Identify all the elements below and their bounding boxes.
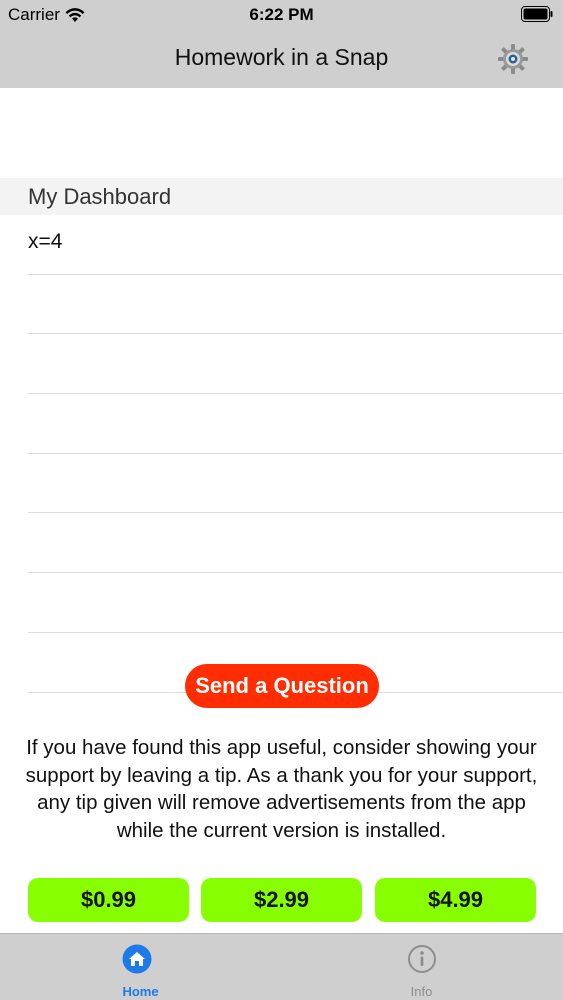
tip-message: If you have found this app useful, consi… — [25, 736, 538, 842]
tab-home[interactable]: Home — [0, 934, 281, 1000]
table-row[interactable] — [28, 394, 563, 454]
table-row[interactable] — [28, 334, 563, 395]
tip-options: $0.99 $2.99 $4.99 — [28, 878, 536, 922]
dashboard-section-header: My Dashboard — [0, 178, 563, 215]
info-icon — [408, 945, 436, 973]
tab-label-info: Info — [410, 984, 433, 999]
tip-button-0-99[interactable]: $0.99 — [28, 878, 189, 922]
page-title: Homework in a Snap — [174, 44, 389, 70]
table-row[interactable] — [28, 275, 563, 335]
navigation-bar: Homework in a Snap — [0, 30, 563, 88]
dashboard-table: x=4 — [0, 215, 563, 693]
section-title: My Dashboard — [28, 184, 172, 209]
top-spacer — [0, 88, 563, 178]
table-row[interactable]: x=4 — [28, 215, 563, 275]
status-bar: Carrier 6:22 PM — [0, 0, 563, 30]
tab-info[interactable]: Info — [281, 934, 562, 1000]
table-row[interactable] — [28, 513, 563, 574]
home-icon — [122, 944, 152, 974]
gear-icon[interactable] — [496, 42, 530, 76]
tab-bar: Home Info — [0, 933, 563, 1000]
send-question-button[interactable]: Send a Question — [185, 664, 379, 708]
status-time: 6:22 PM — [249, 5, 314, 24]
tab-label-home: Home — [122, 984, 159, 999]
tip-button-2-99[interactable]: $2.99 — [201, 878, 362, 922]
table-row[interactable] — [28, 573, 563, 633]
row-text: x=4 — [28, 230, 63, 253]
battery-icon — [521, 6, 553, 22]
tip-button-4-99[interactable]: $4.99 — [375, 878, 536, 922]
table-row[interactable] — [28, 454, 563, 514]
